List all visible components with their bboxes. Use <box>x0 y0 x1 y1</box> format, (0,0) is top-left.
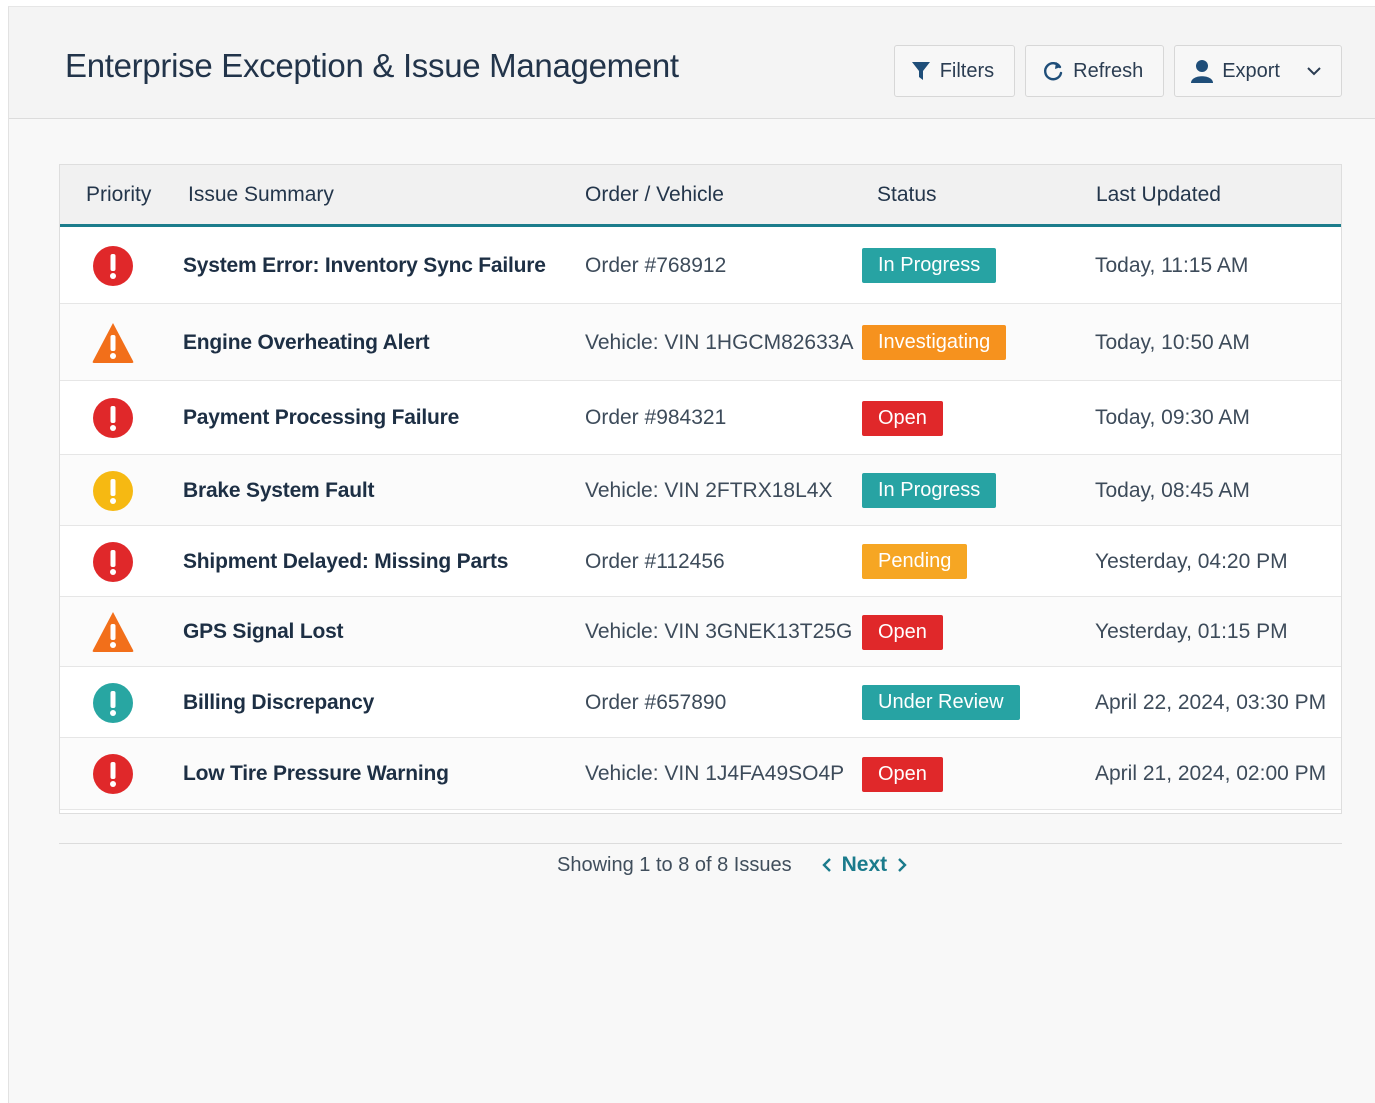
filter-icon <box>911 62 930 80</box>
refresh-icon <box>1044 62 1063 81</box>
alert-circle-icon <box>93 398 133 438</box>
issue-summary[interactable]: Shipment Delayed: Missing Parts <box>183 550 508 574</box>
chevron-right-icon <box>898 858 907 872</box>
table-row[interactable]: GPS Signal Lost Vehicle: VIN 3GNEK13T25G O… <box>60 597 1341 667</box>
table-row[interactable]: Engine Overheating Alert Vehicle: VIN 1HG… <box>60 304 1341 381</box>
pagination: Showing 1 to 8 of 8 Issues Next <box>557 853 907 877</box>
alert-circle-icon <box>93 246 133 286</box>
issue-summary[interactable]: Payment Processing Failure <box>183 406 459 430</box>
status-badge: Investigating <box>862 325 1007 360</box>
status-badge: In Progress <box>862 473 997 508</box>
app-window: Enterprise Exception & Issue Management … <box>8 6 1375 1103</box>
table-row[interactable]: Brake System Fault Vehicle: VIN 2FTRX18L4… <box>60 455 1341 526</box>
last-updated: Today, 09:30 AM <box>1095 406 1250 429</box>
table-body: System Error: Inventory Sync Failure Orde… <box>60 227 1341 810</box>
table-row[interactable]: System Error: Inventory Sync Failure Orde… <box>60 227 1341 304</box>
table-row[interactable]: Billing Discrepancy Order #657890 Under Re… <box>60 667 1341 738</box>
alert-circle-icon <box>93 683 133 723</box>
refresh-button[interactable]: Refresh <box>1025 45 1165 97</box>
divider <box>59 843 1342 844</box>
refresh-label: Refresh <box>1073 59 1144 82</box>
order-vehicle-ref: Order #768912 <box>585 254 727 277</box>
order-vehicle-ref: Vehicle: VIN 2FTRX18L4X <box>585 479 833 502</box>
last-updated: Today, 11:15 AM <box>1095 254 1249 277</box>
status-badge: In Progress <box>862 248 997 283</box>
warning-triangle-icon <box>92 323 134 363</box>
column-header-summary[interactable]: Issue Summary <box>188 183 334 207</box>
next-label: Next <box>841 853 888 876</box>
status-badge: Open <box>862 757 943 792</box>
column-header-status[interactable]: Status <box>877 183 937 207</box>
status-badge: Under Review <box>862 685 1020 720</box>
order-vehicle-ref: Order #112456 <box>585 550 725 573</box>
export-button[interactable]: Export <box>1174 45 1342 97</box>
alert-circle-icon <box>93 754 133 794</box>
filters-button[interactable]: Filters <box>893 45 1016 97</box>
order-vehicle-ref: Vehicle: VIN 1HGCM82633A <box>585 331 854 354</box>
status-badge: Open <box>862 401 943 436</box>
issue-summary[interactable]: Billing Discrepancy <box>183 691 374 715</box>
export-label: Export <box>1222 59 1280 82</box>
table-row[interactable]: Low Tire Pressure Warning Vehicle: VIN 1J… <box>60 738 1341 810</box>
last-updated: Yesterday, 04:20 PM <box>1095 550 1288 573</box>
issue-summary[interactable]: Brake System Fault <box>183 479 375 503</box>
last-updated: Today, 08:45 AM <box>1095 479 1250 502</box>
column-header-priority[interactable]: Priority <box>86 183 151 207</box>
chevron-left-icon[interactable] <box>821 857 832 873</box>
status-badge: Pending <box>862 544 968 579</box>
pagination-summary: Showing 1 to 8 of 8 Issues <box>557 853 792 876</box>
next-page-button[interactable]: Next <box>821 853 908 877</box>
alert-circle-icon <box>93 542 133 582</box>
issues-table: Priority Issue Summary Order / Vehicle S… <box>59 164 1342 814</box>
issue-summary[interactable]: Engine Overheating Alert <box>183 331 430 355</box>
last-updated: Today, 10:50 AM <box>1095 331 1250 354</box>
table-row[interactable]: Payment Processing Failure Order #984321 O… <box>60 381 1341 455</box>
order-vehicle-ref: Order #657890 <box>585 691 727 714</box>
column-header-order[interactable]: Order / Vehicle <box>585 183 724 207</box>
order-vehicle-ref: Order #984321 <box>585 406 727 429</box>
toolbar: Filters Refresh Export <box>893 45 1342 97</box>
status-badge: Open <box>862 615 943 650</box>
chevron-down-icon <box>1307 67 1321 76</box>
last-updated: April 22, 2024, 03:30 PM <box>1095 691 1327 714</box>
table-row[interactable]: Shipment Delayed: Missing Parts Order #11… <box>60 526 1341 597</box>
column-header-updated[interactable]: Last Updated <box>1096 183 1221 207</box>
page-title: Enterprise Exception & Issue Management <box>65 47 679 84</box>
issue-summary[interactable]: Low Tire Pressure Warning <box>183 762 449 786</box>
warning-triangle-icon <box>92 612 134 652</box>
issue-summary[interactable]: GPS Signal Lost <box>183 620 344 644</box>
alert-circle-icon <box>93 471 133 511</box>
page-header: Enterprise Exception & Issue Management … <box>9 7 1375 119</box>
filters-label: Filters <box>939 59 995 82</box>
last-updated: April 21, 2024, 02:00 PM <box>1095 762 1327 785</box>
last-updated: Yesterday, 01:15 PM <box>1095 620 1288 643</box>
table-header: Priority Issue Summary Order / Vehicle S… <box>60 165 1341 227</box>
user-icon <box>1191 60 1214 83</box>
order-vehicle-ref: Vehicle: VIN 3GNEK13T25G <box>585 620 853 643</box>
issue-summary[interactable]: System Error: Inventory Sync Failure <box>183 254 546 278</box>
order-vehicle-ref: Vehicle: VIN 1J4FA49SO4P <box>585 762 845 785</box>
